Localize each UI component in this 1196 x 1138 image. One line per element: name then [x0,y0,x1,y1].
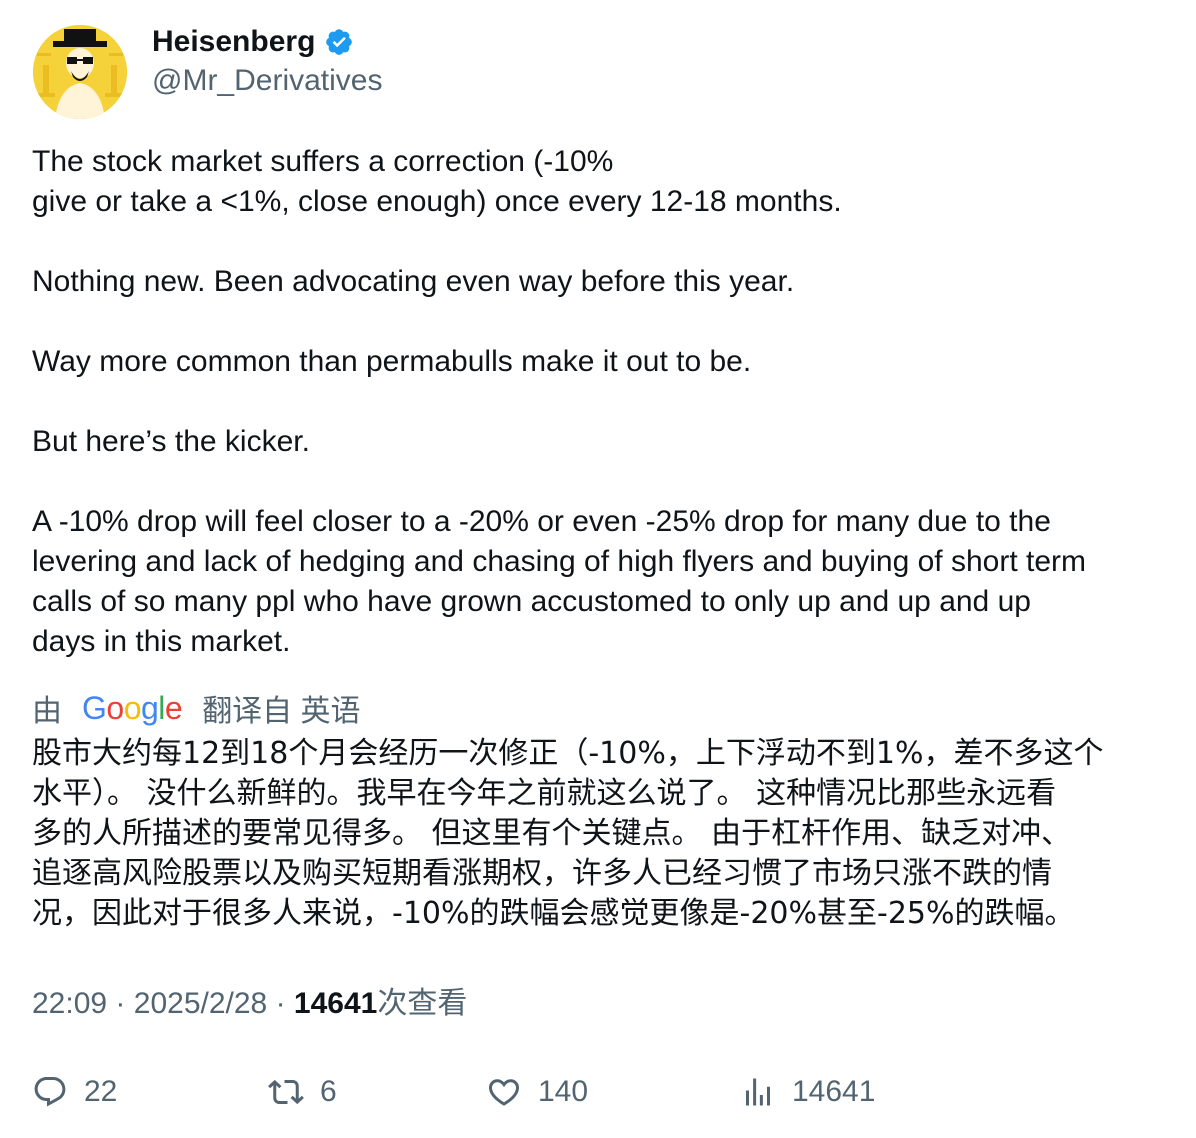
tweet-line: levering and lack of hedging and chasing… [32,545,1086,578]
translation-attribution[interactable]: 由 Google 翻译自 英语 [32,688,361,728]
views-count: 14641 [293,987,378,1020]
tweet-line: days in this market. [32,625,291,658]
author-display-name[interactable]: Heisenberg [152,22,315,62]
translated-line: 多的人所描述的要常见得多。 但这里有个关键点。 由于杠杆作用、缺乏对冲、 [32,816,1072,851]
views-label: 次查看 [377,987,468,1020]
tweet-blank-line [32,222,1172,262]
meta-separator: · [275,987,286,1020]
tweet-time[interactable]: 22:09 [32,987,107,1020]
translated-line: 追逐高风险股票以及购买短期看涨期权，许多人已经习惯了市场只涨不跌的情 [32,856,1052,891]
author-name-row[interactable]: Heisenberg [152,22,354,62]
verified-badge-icon [326,29,353,55]
like-icon [488,1079,520,1106]
tweet-line: Nothing new. Been advocating even way be… [32,265,795,298]
like-button[interactable]: 140 [486,1070,588,1114]
tweet-line: The stock market suffers a correction (-… [32,145,614,178]
tweet-line: But here’s the kicker. [32,425,310,458]
translated-text: 股市大约每12到18个月会经历一次修正（-10%，上下浮动不到1%，差不多这个 … [32,734,1172,934]
tweet-line: A -10% drop will feel closer to a -20% o… [32,505,1051,538]
tweet-line: give or take a <1%, close enough) once e… [32,185,842,218]
meta-separator: · [115,987,126,1020]
author-handle[interactable]: @Mr_Derivatives [152,61,383,101]
translation-prefix: 由 [32,695,62,728]
reply-count: 22 [84,1075,118,1108]
like-count: 140 [538,1075,589,1108]
translated-line: 股市大约每12到18个月会经历一次修正（-10%，上下浮动不到1%，差不多这个 [32,736,1104,771]
reply-button[interactable]: 22 [32,1070,117,1114]
retweet-button[interactable]: 6 [268,1070,337,1114]
tweet-meta: 22:09 · 2025/2/28 · 14641次查看 [32,984,467,1024]
reply-icon [34,1077,66,1107]
tweet-date[interactable]: 2025/2/28 [134,987,267,1020]
retweet-icon [268,1079,304,1105]
tweet-blank-line [32,382,1172,422]
tweet-line: Way more common than permabulls make it … [32,345,752,378]
translated-line: 况，因此对于很多人来说，-10%的跌幅会感觉更像是-20%甚至-25%的跌幅。 [32,896,1075,931]
translation-suffix: 翻译自 英语 [202,695,361,728]
tweet-blank-line [32,302,1172,342]
tweet-blank-line [32,462,1172,502]
avatar-image [33,25,127,119]
views-icon [746,1078,770,1106]
tweet-text: The stock market suffers a correction (-… [32,142,1172,662]
action-bar: 22 6 140 14641 [32,1070,1172,1114]
translated-line: 水平）。 没什么新鲜的。我早在今年之前就这么说了。 这种情况比那些永远看 [32,776,1057,811]
retweet-count: 6 [320,1075,337,1108]
tweet-line: calls of so many ppl who have grown accu… [32,585,1031,618]
google-logo: Google [82,690,183,726]
views-button[interactable]: 14641 [740,1070,875,1114]
views-stat-count: 14641 [792,1075,876,1108]
avatar[interactable] [33,25,127,119]
